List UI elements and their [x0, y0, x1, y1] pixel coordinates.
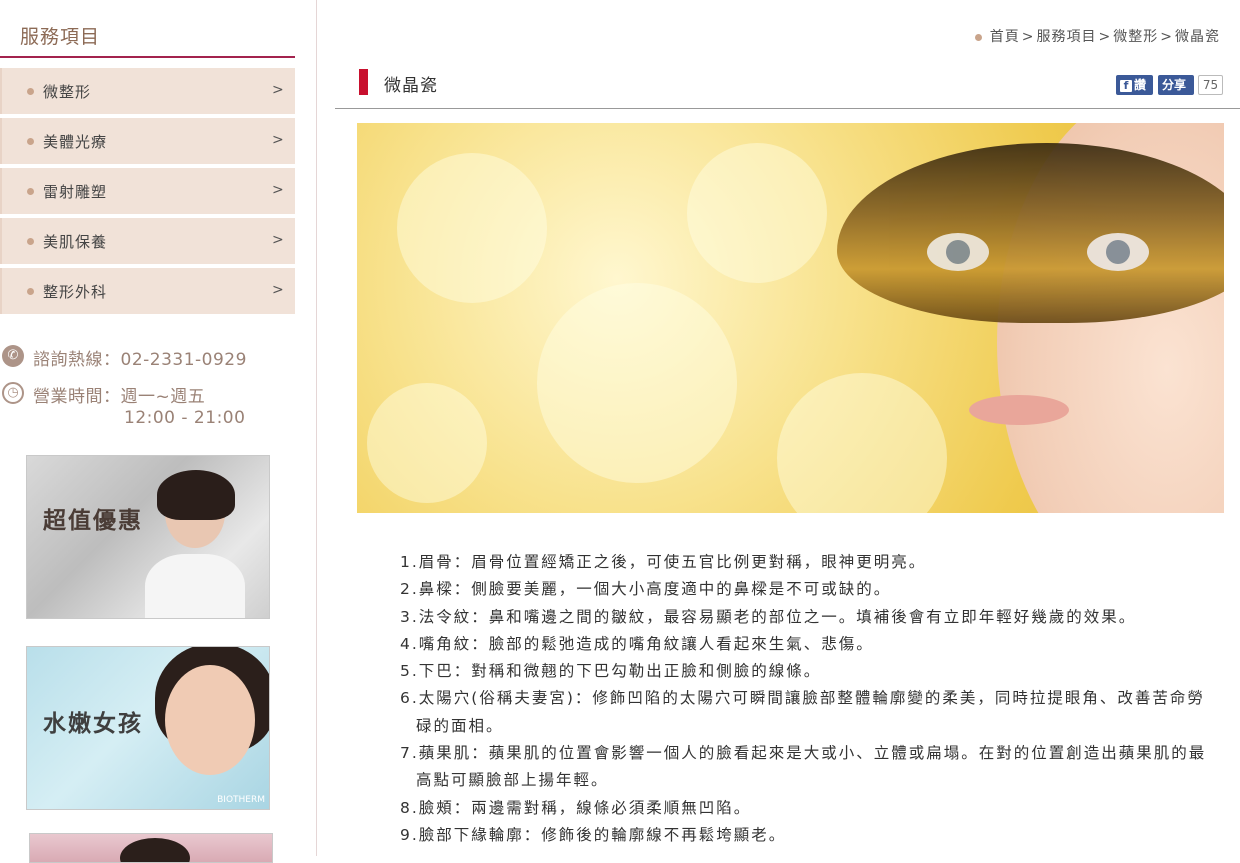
model-image — [165, 665, 255, 775]
hero-image — [357, 123, 1224, 513]
menu-item-label: 美肌保養 — [43, 233, 108, 251]
eye-image — [1087, 233, 1149, 271]
hotline-text: 諮詢熱線：02-2331-0929 — [33, 350, 247, 370]
list-item: 8.臉頰：兩邊需對稱，線條必須柔順無凹陷。 — [400, 798, 752, 817]
breadcrumb-separator: > — [1021, 29, 1035, 45]
bullet-icon — [974, 33, 982, 41]
gold-mask-image — [837, 143, 1224, 323]
bokeh-light — [537, 283, 737, 483]
title-accent-bar — [359, 69, 368, 95]
iris-image — [946, 240, 970, 264]
list-item: 2.鼻樑：側臉要美麗，一個大小高度適中的鼻樑是不可或缺的。 — [400, 580, 892, 599]
breadcrumb-separator: > — [1160, 29, 1173, 45]
chevron-right-icon: > — [272, 182, 284, 198]
facebook-like-button[interactable]: f讚 — [1116, 75, 1153, 95]
bullet-icon — [27, 188, 34, 195]
bokeh-light — [687, 143, 827, 283]
bokeh-light — [367, 383, 487, 503]
list-item: 1.眉骨：眉骨位置經矯正之後，可使五官比例更對稱，眼神更明亮。 — [400, 553, 927, 571]
model-hair — [157, 470, 235, 520]
facebook-count: 75 — [1198, 75, 1223, 95]
list-item: 7.蘋果肌：蘋果肌的位置會影響一個人的臉看起來是大或小、立體或扁塌。在對的位置創… — [400, 744, 1207, 790]
phone-icon: ✆ — [2, 345, 24, 367]
facebook-share-button[interactable]: 分享 — [1158, 75, 1194, 95]
menu-item-label: 美體光療 — [43, 133, 108, 151]
bokeh-light — [397, 153, 547, 303]
promo-banner-third[interactable] — [29, 833, 273, 863]
chevron-right-icon: > — [272, 282, 284, 298]
brand-label: BIOTHERM — [217, 795, 265, 805]
list-item: 5.下巴：對稱和微翹的下巴勾勒出正臉和側臉的線條。 — [400, 662, 822, 681]
breadcrumb-separator: > — [1098, 29, 1112, 45]
list-item: 4.嘴角紋：臉部的鬆弛造成的嘴角紋讓人看起來生氣、悲傷。 — [400, 634, 874, 653]
bullet-icon — [27, 288, 34, 295]
list-item: 6.太陽穴(俗稱夫妻宮)：修飾凹陷的太陽穴可瞬間讓臉部整體輪廓變的柔美，同時拉提… — [400, 689, 1205, 735]
sidebar-title: 服務項目 — [20, 26, 101, 48]
column-divider — [316, 0, 317, 856]
bullet-icon — [27, 238, 34, 245]
chevron-right-icon: > — [272, 132, 284, 148]
menu-item-skincare[interactable]: 美肌保養 > — [0, 218, 295, 264]
breadcrumb: 首頁 > 服務項目 > 微整形 > 微晶瓷 — [974, 26, 1220, 46]
iris-image — [1106, 240, 1130, 264]
facebook-icon: f — [1120, 80, 1132, 92]
banner-text: 超值優惠 — [43, 508, 143, 534]
service-menu: 微整形 > 美體光療 > 雷射雕塑 > 美肌保養 > 整形外科 > — [0, 68, 295, 318]
breadcrumb-micro-plastic[interactable]: 微整形 — [1113, 29, 1158, 45]
menu-item-micro-plastic[interactable]: 微整形 > — [0, 68, 295, 114]
lips-image — [969, 395, 1069, 425]
facebook-like-label: 讚 — [1134, 78, 1147, 92]
eye-image — [927, 233, 989, 271]
bullet-icon — [27, 138, 34, 145]
clock-icon: ◷ — [2, 382, 24, 404]
sidebar: 服務項目 微整形 > 美體光療 > 雷射雕塑 > 美肌保養 > 整形外科 > ✆… — [0, 0, 296, 863]
model-dress — [145, 554, 245, 618]
menu-item-label: 微整形 — [43, 83, 92, 101]
menu-item-label: 雷射雕塑 — [43, 183, 108, 201]
page-title: 微晶瓷 — [384, 76, 438, 96]
breadcrumb-home[interactable]: 首頁 — [990, 29, 1020, 45]
menu-item-body-light[interactable]: 美體光療 > — [0, 118, 295, 164]
list-item: 3.法令紋：鼻和嘴邊之間的皺紋，最容易顯老的部位之一。填補後會有立即年輕好幾歲的… — [400, 607, 1137, 626]
breadcrumb-services[interactable]: 服務項目 — [1037, 29, 1097, 45]
promo-banner-deals[interactable]: 超值優惠 — [26, 455, 270, 619]
model-hair — [120, 838, 190, 862]
bullet-icon — [27, 88, 34, 95]
banner-text: 水嫩女孩 — [43, 711, 143, 737]
chevron-right-icon: > — [272, 232, 284, 248]
list-item: 9.臉部下緣輪廓：修飾後的輪廓線不再鬆垮顯老。 — [400, 825, 787, 844]
hours-time: 12:00 - 21:00 — [124, 408, 246, 428]
treatment-areas-list: 1.眉骨：眉骨位置經矯正之後，可使五官比例更對稱，眼神更明亮。 2.鼻樑：側臉要… — [400, 549, 1220, 849]
bokeh-light — [777, 373, 947, 513]
sidebar-title-divider — [0, 56, 295, 58]
chevron-right-icon: > — [272, 82, 284, 98]
menu-item-plastic-surgery[interactable]: 整形外科 > — [0, 268, 295, 314]
menu-item-laser[interactable]: 雷射雕塑 > — [0, 168, 295, 214]
promo-banner-hydrating[interactable]: 水嫩女孩 BIOTHERM — [26, 646, 270, 810]
menu-item-label: 整形外科 — [43, 283, 108, 301]
title-divider — [335, 108, 1240, 109]
breadcrumb-current: 微晶瓷 — [1175, 29, 1220, 45]
hours-text: 營業時間：週一~週五 — [33, 387, 206, 407]
